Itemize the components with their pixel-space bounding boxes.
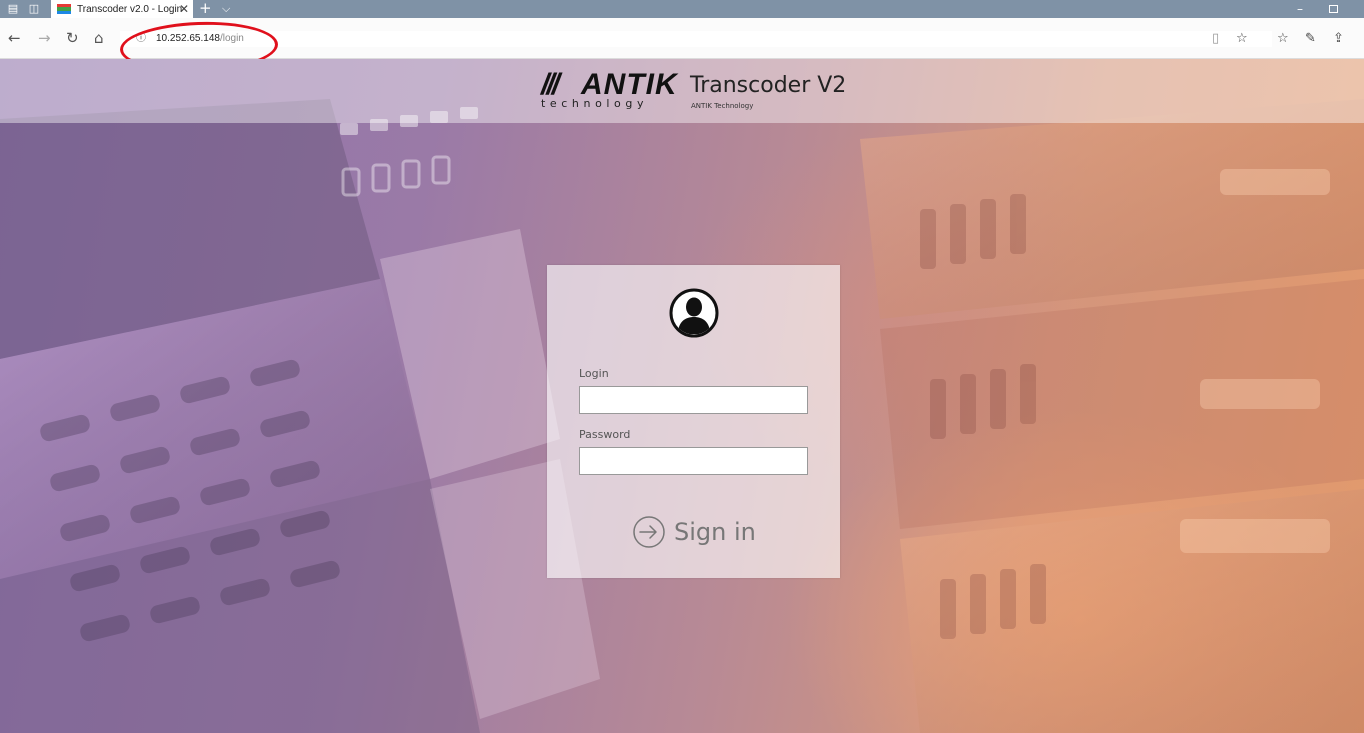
sign-in-button[interactable]: Sign in [632,514,756,550]
browser-tab[interactable]: Transcoder v2.0 - Login ✕ [51,0,193,18]
close-tab-icon[interactable]: ✕ [179,1,189,17]
logo-tagline: technology [541,97,649,110]
user-avatar-icon [669,288,719,338]
favorite-star-icon[interactable]: ☆ [1236,31,1248,47]
minimize-window-icon[interactable]: – [1297,0,1303,18]
back-arrow-icon[interactable]: ← [8,30,21,46]
forward-arrow-icon[interactable]: → [38,30,51,46]
set-aside-tabs-icon[interactable]: ▤ [6,2,20,16]
login-input[interactable] [579,386,808,414]
sign-in-icon [633,516,665,548]
tab-preview-icon[interactable]: ◫ [27,2,41,16]
password-label: Password [579,428,631,441]
new-tab-icon[interactable]: + [199,0,212,17]
password-input[interactable] [579,447,808,475]
chevron-down-icon[interactable]: ⌵ [222,0,230,18]
favorites-hub-icon[interactable]: ☆ [1277,31,1289,47]
page-header: /// ANTIK technology Transcoder V2 ANTIK… [0,59,1364,123]
home-icon[interactable]: ⌂ [94,30,104,46]
app-title: Transcoder V2 [690,73,847,98]
url-field[interactable]: ⓘ 10.252.65.148/login [120,31,1272,47]
tab-title: Transcoder v2.0 - Login [77,3,183,15]
reading-view-icon[interactable]: ▯ [1212,31,1219,47]
app-favicon-icon [57,4,71,14]
login-card: Login Password Sign in [547,265,840,578]
browser-tab-bar: ▤ ◫ Transcoder v2.0 - Login ✕ + ⌵ – [0,0,1364,18]
login-page: /// ANTIK technology Transcoder V2 ANTIK… [0,59,1364,733]
web-notes-icon[interactable]: ✎ [1305,31,1316,47]
share-icon[interactable]: ⇪ [1333,31,1344,47]
app-subtitle: ANTIK Technology [691,102,754,110]
login-label: Login [579,367,609,380]
sign-in-label: Sign in [674,518,756,546]
restore-window-icon[interactable] [1329,5,1338,13]
favicon-stripe [57,10,71,14]
antik-logo: /// ANTIK technology [541,69,686,113]
refresh-icon[interactable]: ↻ [66,30,79,46]
